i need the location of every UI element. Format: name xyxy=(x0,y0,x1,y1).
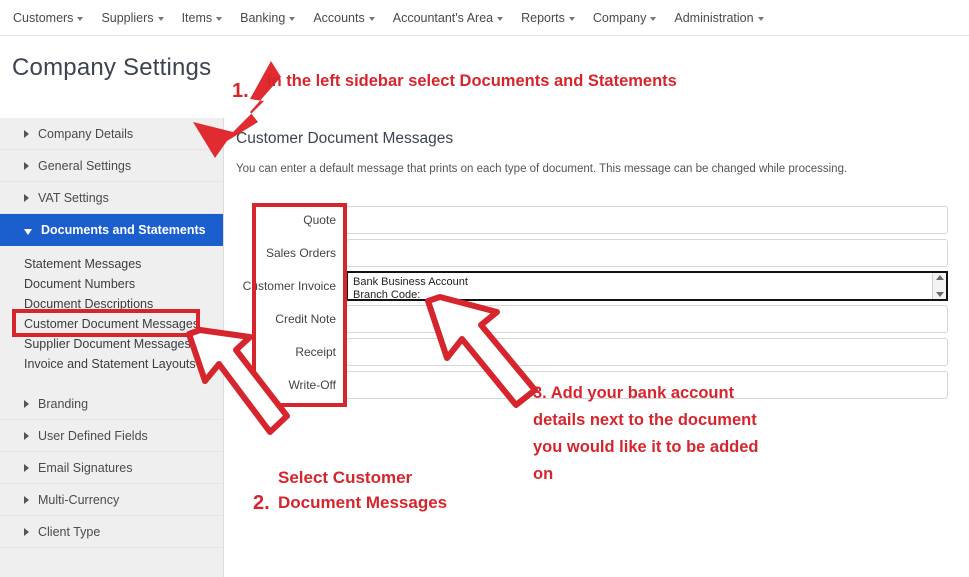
sidebar-item-label: Multi-Currency xyxy=(38,492,120,507)
sidebar-subitem-statement-messages[interactable]: Statement Messages xyxy=(0,254,223,274)
triangle-right-icon xyxy=(24,161,29,170)
form-row-receipt: Receipt xyxy=(236,336,948,368)
document-messages-form: Quote Sales Orders Customer Invoice Bank… xyxy=(236,204,948,402)
chevron-down-icon xyxy=(157,16,164,21)
triangle-right-icon xyxy=(24,463,29,472)
sidebar-subitem-invoice-and-statement-layouts[interactable]: Invoice and Statement Layouts xyxy=(0,354,223,374)
menu-item-label: Company xyxy=(592,10,647,25)
chevron-down-icon xyxy=(368,16,375,21)
sidebar-item-label: VAT Settings xyxy=(38,190,109,205)
customer-invoice-textarea[interactable]: Bank Business Account Branch Code: xyxy=(346,271,948,301)
page-title: Company Settings xyxy=(12,54,212,81)
menu-item-label: Suppliers xyxy=(101,10,154,25)
sidebar-item-label: General Settings xyxy=(38,158,132,173)
form-row-customer-invoice: Customer Invoice Bank Business Account B… xyxy=(236,270,948,302)
sidebar-sublist: Statement Messages Document Numbers Docu… xyxy=(0,246,223,378)
credit-note-input[interactable] xyxy=(346,305,948,333)
sidebar-subitem-document-descriptions[interactable]: Document Descriptions xyxy=(0,294,223,314)
sidebar-item-documents-and-statements[interactable]: Documents and Statements xyxy=(0,214,223,246)
sidebar-item-label: Email Signatures xyxy=(38,460,133,475)
field-label-write-off: Write-Off xyxy=(288,378,336,392)
menu-item-reports[interactable]: Reports xyxy=(512,0,584,36)
sidebar-item-label: Company Details xyxy=(38,126,134,141)
menu-item-suppliers[interactable]: Suppliers xyxy=(92,0,172,36)
menu-item-label: Accountant's Area xyxy=(392,10,494,25)
main-menu-bar: Customers Suppliers Items Banking Accoun… xyxy=(0,0,969,36)
triangle-down-icon xyxy=(24,229,32,235)
form-row-write-off: Write-Off xyxy=(236,369,948,401)
form-row-credit-note: Credit Note xyxy=(236,303,948,335)
sidebar-item-vat-settings[interactable]: VAT Settings xyxy=(0,182,223,214)
chevron-down-icon xyxy=(289,16,296,21)
menu-item-administration[interactable]: Administration xyxy=(665,0,772,36)
chevron-down-icon xyxy=(757,16,764,21)
menu-item-company[interactable]: Company xyxy=(584,0,666,36)
customer-invoice-text: Bank Business Account Branch Code: xyxy=(353,276,468,301)
sidebar-item-label: User Defined Fields xyxy=(38,428,148,443)
menu-item-customers[interactable]: Customers xyxy=(4,0,92,36)
form-row-quote: Quote xyxy=(236,204,948,236)
menu-item-items[interactable]: Items xyxy=(173,0,232,36)
field-label-credit-note: Credit Note xyxy=(275,312,336,326)
triangle-right-icon xyxy=(24,527,29,536)
menu-item-label: Customers xyxy=(13,10,74,25)
chevron-down-icon xyxy=(77,16,84,21)
form-row-sales-orders: Sales Orders xyxy=(236,237,948,269)
field-label-customer-invoice: Customer Invoice xyxy=(242,279,336,293)
chevron-down-icon xyxy=(497,16,504,21)
triangle-right-icon xyxy=(24,129,29,138)
field-label-quote: Quote xyxy=(303,213,336,227)
triangle-right-icon xyxy=(24,495,29,504)
section-heading: Customer Document Messages xyxy=(236,130,454,147)
sidebar-item-label: Client Type xyxy=(38,524,101,539)
menu-item-banking[interactable]: Banking xyxy=(231,0,304,36)
sidebar-item-multi-currency[interactable]: Multi-Currency xyxy=(0,484,223,516)
sidebar-item-user-defined-fields[interactable]: User Defined Fields xyxy=(0,420,223,452)
main-content: Customer Document Messages You can enter… xyxy=(224,118,969,577)
triangle-right-icon xyxy=(24,193,29,202)
scroll-up-icon[interactable] xyxy=(935,275,944,280)
field-label-sales-orders: Sales Orders xyxy=(265,246,336,260)
app-root: Customers Suppliers Items Banking Accoun… xyxy=(0,0,969,577)
menu-item-label: Accounts xyxy=(313,10,365,25)
sidebar-subitem-customer-document-messages[interactable]: Customer Document Messages xyxy=(0,314,223,334)
sidebar-subitem-supplier-document-messages[interactable]: Supplier Document Messages xyxy=(0,334,223,354)
sidebar-item-general-settings[interactable]: General Settings xyxy=(0,150,223,182)
quote-input[interactable] xyxy=(346,206,948,234)
menu-item-label: Banking xyxy=(240,10,286,25)
sidebar-item-branding[interactable]: Branding xyxy=(0,388,223,420)
textarea-scrollbar[interactable] xyxy=(932,273,946,299)
chevron-down-icon xyxy=(216,16,223,21)
sidebar-item-label: Documents and Statements xyxy=(41,223,206,237)
write-off-input[interactable] xyxy=(346,371,948,399)
sidebar-item-client-type[interactable]: Client Type xyxy=(0,516,223,548)
menu-item-label: Items xyxy=(181,10,213,25)
sidebar-divider xyxy=(0,378,223,388)
chevron-down-icon xyxy=(650,16,657,21)
chevron-down-icon xyxy=(568,16,575,21)
menu-item-accountants-area[interactable]: Accountant's Area xyxy=(384,0,512,36)
section-description: You can enter a default message that pri… xyxy=(236,163,848,175)
scroll-down-icon[interactable] xyxy=(935,292,944,297)
receipt-input[interactable] xyxy=(346,338,948,366)
sidebar-item-label: Branding xyxy=(38,396,89,411)
page-header: Company Settings xyxy=(0,36,969,118)
menu-item-accounts[interactable]: Accounts xyxy=(304,0,383,36)
triangle-right-icon xyxy=(24,399,29,408)
triangle-right-icon xyxy=(24,431,29,440)
field-label-receipt: Receipt xyxy=(295,345,336,359)
menu-item-label: Reports xyxy=(521,10,565,25)
sidebar-item-company-details[interactable]: Company Details xyxy=(0,118,223,150)
sidebar-subitem-document-numbers[interactable]: Document Numbers xyxy=(0,274,223,294)
settings-sidebar: Company Details General Settings VAT Set… xyxy=(0,118,224,577)
sidebar-item-email-signatures[interactable]: Email Signatures xyxy=(0,452,223,484)
menu-item-label: Administration xyxy=(674,10,754,25)
sales-orders-input[interactable] xyxy=(346,239,948,267)
